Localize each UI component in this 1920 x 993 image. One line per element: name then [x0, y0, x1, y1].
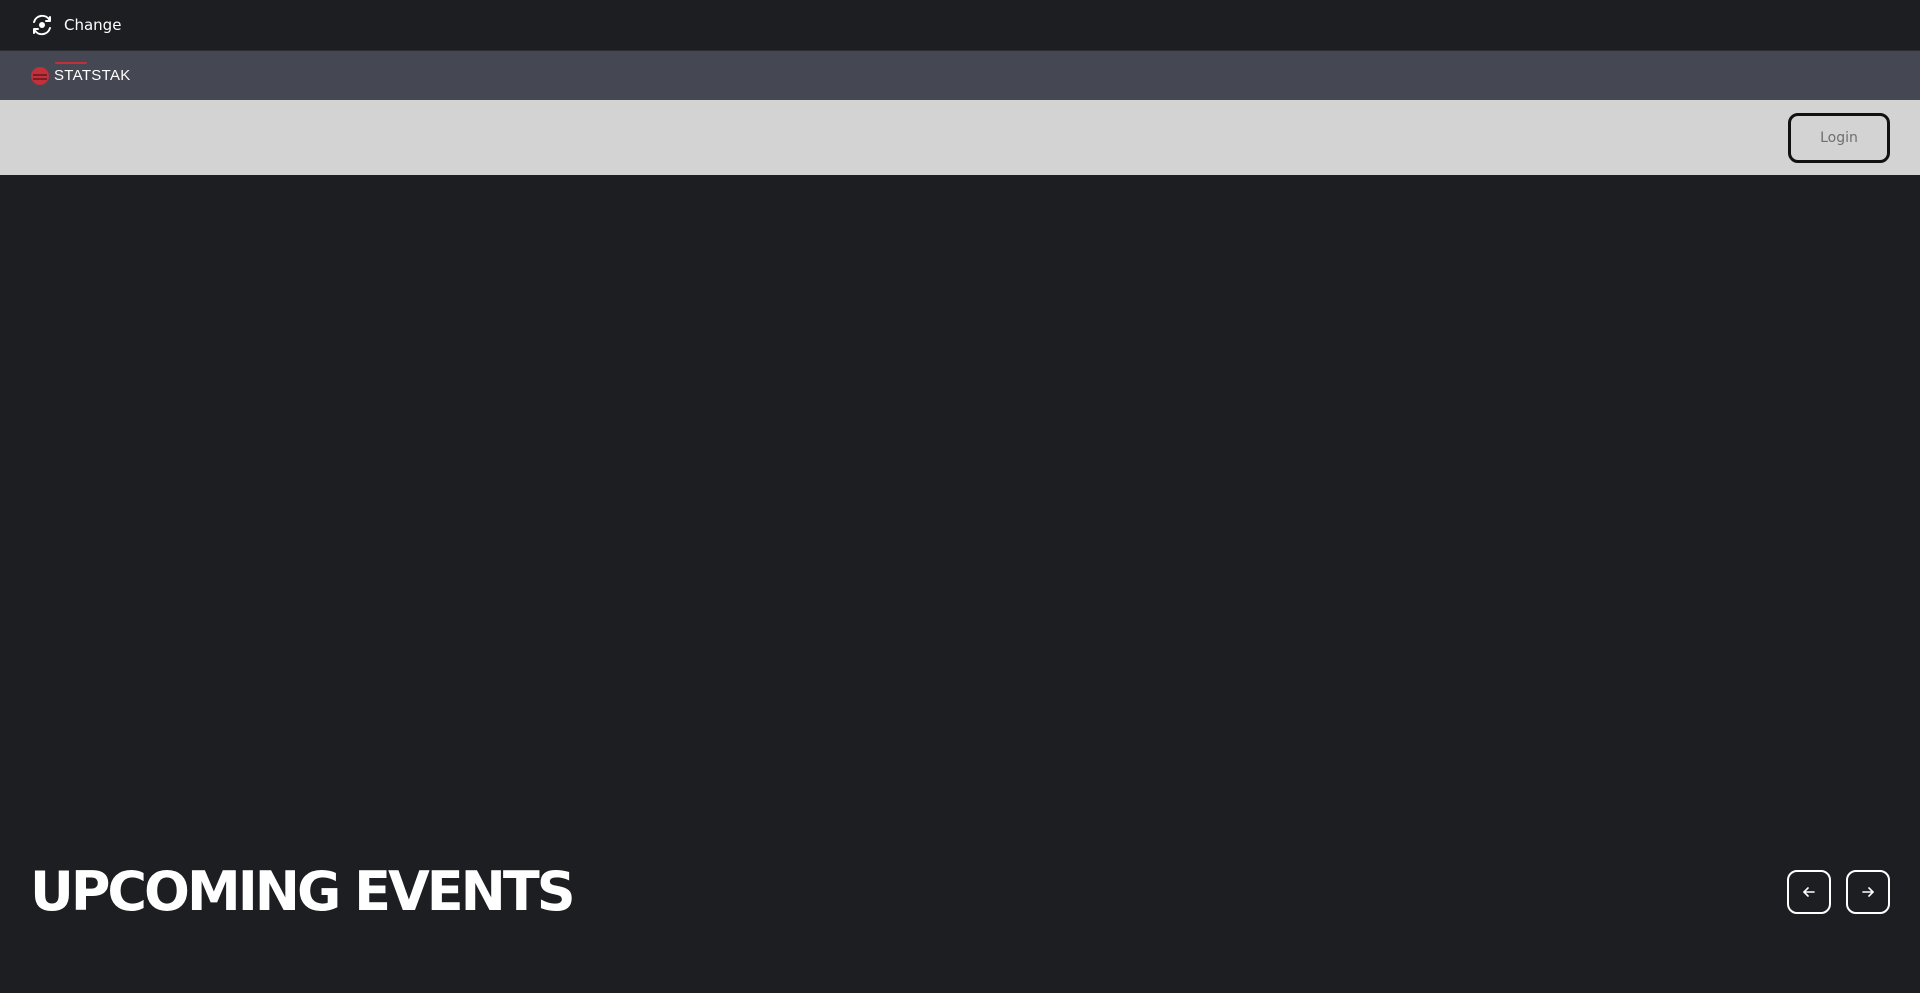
change-label: Change	[64, 16, 122, 34]
statstak-logo-icon	[31, 66, 49, 85]
nav-bar: Login	[0, 100, 1920, 175]
previous-button[interactable]	[1787, 870, 1831, 914]
upcoming-events-title: UPCOMING EVENTS	[30, 860, 576, 923]
arrow-right-icon	[1860, 884, 1876, 900]
brand-accent-line	[55, 61, 87, 64]
events-carousel-controls	[1787, 870, 1890, 914]
top-bar: Change	[0, 0, 1920, 50]
login-button[interactable]: Login	[1788, 113, 1890, 163]
brand-bar: STATSTAK	[0, 50, 1920, 100]
brand-name: STATSTAK	[54, 67, 131, 84]
brand-logo[interactable]: STATSTAK	[31, 61, 131, 85]
next-button[interactable]	[1846, 870, 1890, 914]
change-button[interactable]: Change	[30, 13, 121, 37]
arrow-left-icon	[1801, 884, 1817, 900]
swap-cycle-icon	[30, 13, 54, 37]
